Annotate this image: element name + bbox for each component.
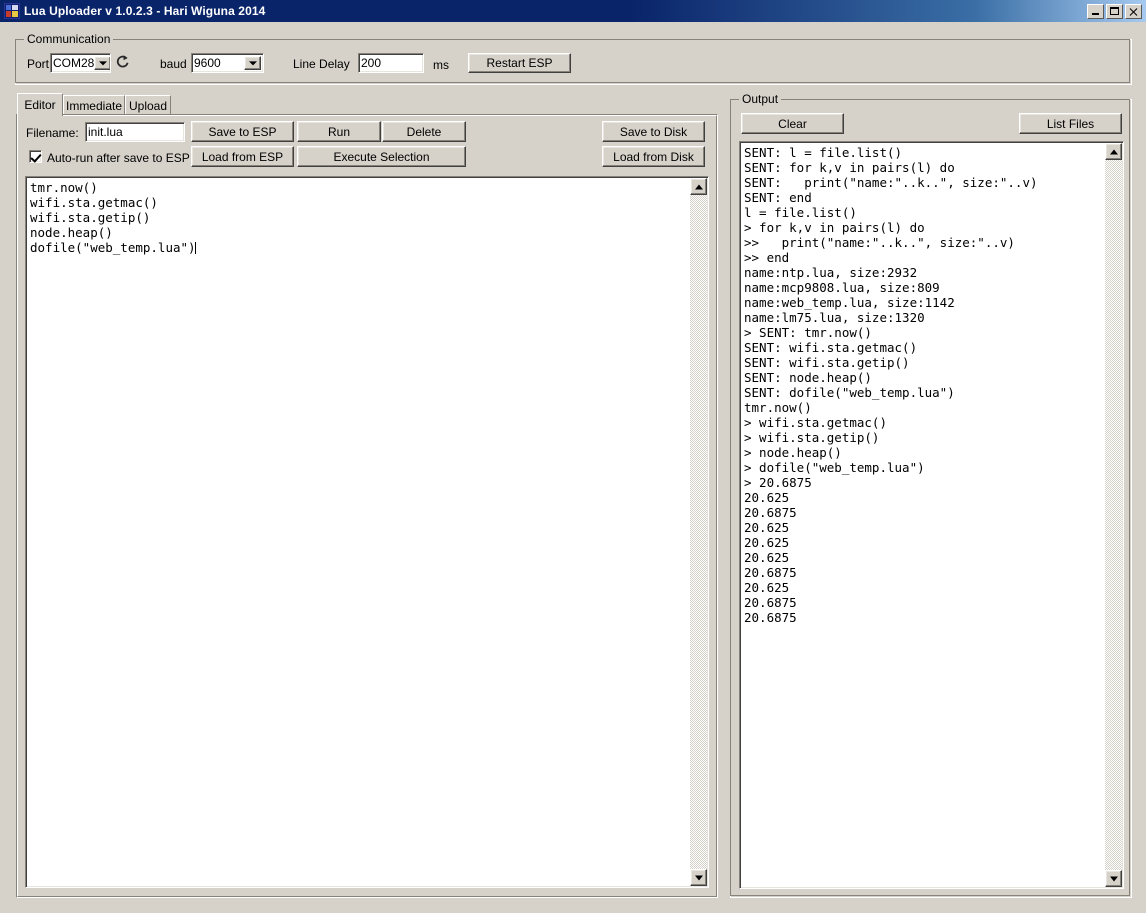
port-combo[interactable]: COM28	[50, 53, 111, 73]
autorun-checkbox[interactable]	[29, 150, 42, 163]
tab-editor-label: Editor	[24, 98, 56, 112]
scroll-down-icon[interactable]	[690, 869, 707, 886]
tab-immediate-label: Immediate	[65, 99, 123, 113]
chevron-down-icon[interactable]	[94, 56, 110, 70]
delete-button[interactable]: Delete	[382, 121, 466, 142]
tab-editor[interactable]: Editor	[17, 93, 63, 116]
tab-upload[interactable]: Upload	[125, 95, 171, 116]
tab-upload-label: Upload	[128, 99, 168, 113]
load-from-disk-button[interactable]: Load from Disk	[602, 146, 705, 167]
ms-label: ms	[433, 58, 449, 72]
chevron-down-icon[interactable]	[244, 56, 261, 70]
window-title: Lua Uploader v 1.0.2.3 - Hari Wiguna 201…	[24, 4, 266, 18]
line-delay-input[interactable]: 200	[358, 53, 424, 73]
window-titlebar[interactable]: Lua Uploader v 1.0.2.3 - Hari Wiguna 201…	[0, 0, 1146, 22]
port-combo-value: COM28	[53, 55, 95, 70]
editor-code-text: tmr.now() wifi.sta.getmac() wifi.sta.get…	[30, 180, 196, 255]
restart-esp-button[interactable]: Restart ESP	[468, 53, 571, 73]
clear-button[interactable]: Clear	[741, 113, 844, 134]
close-button[interactable]	[1125, 3, 1142, 19]
tab-immediate[interactable]: Immediate	[63, 95, 125, 116]
output-log: SENT: l = file.list() SENT: for k,v in p…	[744, 145, 1038, 625]
output-textarea[interactable]: SENT: l = file.list() SENT: for k,v in p…	[739, 141, 1124, 889]
save-to-esp-button[interactable]: Save to ESP	[191, 121, 294, 142]
output-group-label: Output	[739, 93, 782, 106]
baud-label: baud	[160, 57, 187, 71]
close-icon	[1126, 5, 1141, 18]
communication-group-label: Communication	[24, 33, 114, 46]
window-controls	[1087, 3, 1144, 19]
output-group: Output Clear List Files SENT: l = file.l…	[730, 93, 1132, 898]
app-window-icon	[4, 3, 20, 19]
autorun-label[interactable]: Auto-run after save to ESP	[47, 151, 190, 165]
save-to-disk-button[interactable]: Save to Disk	[602, 121, 705, 142]
scroll-up-icon[interactable]	[1105, 143, 1122, 160]
port-label: Port	[27, 57, 50, 71]
minimize-button[interactable]	[1087, 3, 1104, 19]
scroll-down-icon[interactable]	[1105, 870, 1122, 887]
editor-scrollbar[interactable]	[690, 178, 707, 886]
editor-textarea[interactable]: tmr.now() wifi.sta.getmac() wifi.sta.get…	[25, 176, 709, 888]
output-scrollbar[interactable]	[1105, 143, 1122, 887]
execute-selection-button[interactable]: Execute Selection	[297, 146, 466, 167]
filename-input[interactable]: init.lua	[85, 122, 185, 142]
text-caret	[194, 242, 196, 254]
communication-group: Communication Port COM28 baud 9600 Line …	[15, 33, 1132, 85]
list-files-button[interactable]: List Files	[1019, 113, 1122, 134]
load-from-esp-button[interactable]: Load from ESP	[191, 146, 294, 167]
refresh-icon[interactable]	[115, 54, 131, 70]
baud-combo-value: 9600	[194, 55, 221, 70]
maximize-icon	[1107, 5, 1122, 18]
scroll-up-icon[interactable]	[690, 178, 707, 195]
run-button[interactable]: Run	[297, 121, 381, 142]
maximize-button[interactable]	[1106, 3, 1123, 19]
editor-code[interactable]: tmr.now() wifi.sta.getmac() wifi.sta.get…	[30, 180, 688, 885]
baud-combo[interactable]: 9600	[191, 53, 264, 73]
line-delay-label: Line Delay	[293, 57, 350, 71]
minimize-icon	[1088, 5, 1103, 18]
filename-label: Filename:	[26, 126, 79, 140]
